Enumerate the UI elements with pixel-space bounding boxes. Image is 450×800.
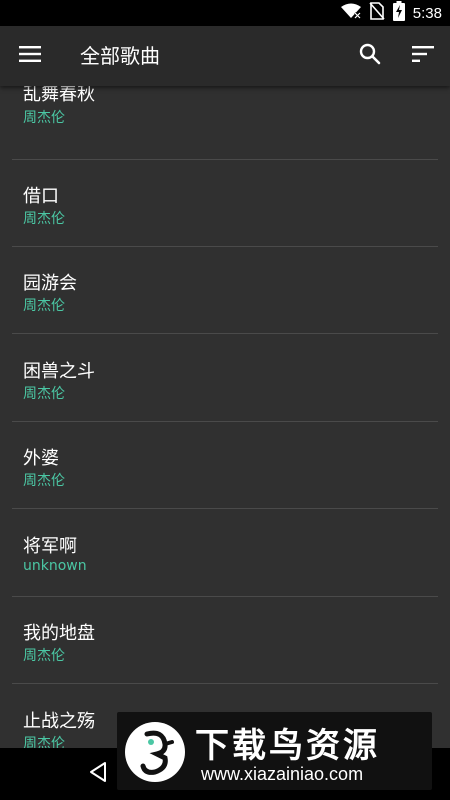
app-screen: 5:38 全部歌曲 乱舞春秋 周杰伦 借口 周杰伦 园游会 周杰伦 困兽之斗 周… <box>0 0 450 800</box>
toolbar: 全部歌曲 <box>0 26 450 86</box>
song-item[interactable]: 外婆 周杰伦 <box>12 422 438 509</box>
song-title: 我的地盘 <box>23 623 95 644</box>
song-title: 困兽之斗 <box>23 361 95 382</box>
battery-charging-icon <box>392 1 405 25</box>
song-title: 乱舞春秋 <box>23 86 95 105</box>
song-title: 止战之殇 <box>23 711 95 732</box>
watermark: 下载鸟资源 www.xiazainiao.com <box>117 712 432 790</box>
watermark-name: 下载鸟资源 <box>195 726 380 766</box>
watermark-url: www.xiazainiao.com <box>201 764 364 784</box>
song-item[interactable]: 乱舞春秋 周杰伦 <box>12 86 438 160</box>
bird-logo-icon <box>125 722 185 782</box>
wifi-icon <box>340 3 361 23</box>
no-sim-icon <box>369 2 385 24</box>
sort-icon <box>412 46 434 66</box>
song-artist: 周杰伦 <box>23 473 65 489</box>
song-artist: unknown <box>23 558 87 574</box>
song-title: 将军啊 <box>23 536 77 557</box>
song-artist: 周杰伦 <box>23 648 65 664</box>
status-icons: 5:38 <box>340 0 442 26</box>
hamburger-menu-icon <box>19 46 41 66</box>
song-title: 园游会 <box>23 273 77 294</box>
search-icon <box>359 43 381 69</box>
back-triangle-icon <box>88 761 108 787</box>
back-button[interactable] <box>78 754 118 794</box>
song-item[interactable]: 园游会 周杰伦 <box>12 247 438 334</box>
song-item[interactable]: 我的地盘 周杰伦 <box>12 597 438 684</box>
sort-button[interactable] <box>403 36 443 76</box>
song-artist: 周杰伦 <box>23 211 65 227</box>
song-item[interactable]: 将军啊 unknown <box>12 510 438 597</box>
song-artist: 周杰伦 <box>23 386 65 402</box>
search-button[interactable] <box>350 36 390 76</box>
song-artist: 周杰伦 <box>23 110 65 126</box>
menu-button[interactable] <box>10 36 50 76</box>
status-time: 5:38 <box>412 4 442 22</box>
song-item[interactable]: 困兽之斗 周杰伦 <box>12 335 438 422</box>
song-artist: 周杰伦 <box>23 736 65 748</box>
song-artist: 周杰伦 <box>23 298 65 314</box>
song-item[interactable]: 借口 周杰伦 <box>12 160 438 247</box>
page-title: 全部歌曲 <box>80 44 160 68</box>
song-title: 借口 <box>23 186 59 207</box>
status-bar: 5:38 <box>0 0 450 26</box>
song-list[interactable]: 乱舞春秋 周杰伦 借口 周杰伦 园游会 周杰伦 困兽之斗 周杰伦 外婆 周杰伦 … <box>0 86 450 748</box>
song-title: 外婆 <box>23 448 59 469</box>
